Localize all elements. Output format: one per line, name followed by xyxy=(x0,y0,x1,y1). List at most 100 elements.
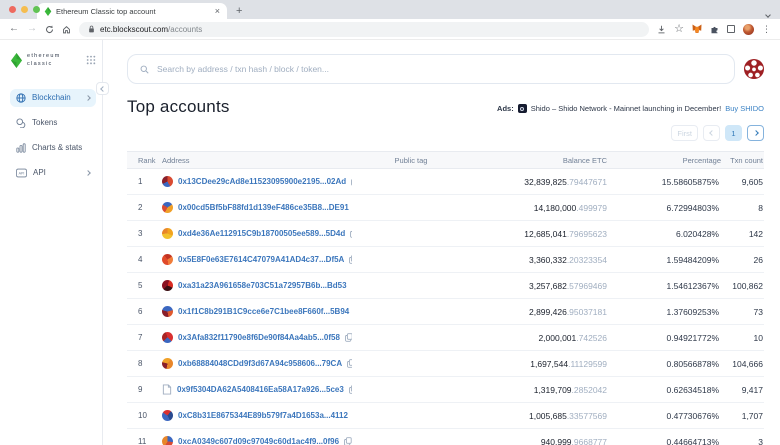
download-icon[interactable] xyxy=(657,25,666,34)
txn-count-value: 3 xyxy=(721,437,771,445)
toolbar-right-icons: ☆ ⋮ xyxy=(657,24,771,35)
metamask-extension-icon[interactable] xyxy=(692,24,702,34)
address-link[interactable]: 0xd4e36Ae112915C9b18700505ee589...5D4d xyxy=(178,229,345,238)
address-link[interactable]: 0x00cd5Bf5bF88fd1d139eF486ce35B8...DE91 xyxy=(178,203,349,212)
search-bar[interactable] xyxy=(127,54,735,84)
browser-tab-strip: Ethereum Classic top account × + xyxy=(0,0,780,19)
ad-link[interactable]: Buy SHIDO xyxy=(725,104,764,113)
address-link[interactable]: 0x1f1C8b291B1C9cce6e7C1bee8F660f...5B94 xyxy=(178,307,349,316)
table-row: 50xa31a23A961658e703C51a72957B6b...Bd533… xyxy=(127,273,764,299)
address-identicon xyxy=(162,176,173,187)
column-percentage: Percentage xyxy=(607,156,721,165)
address-link[interactable]: 0xb68884048CDd9f3d67A94c958606...79CA xyxy=(178,359,342,368)
pagination-prev-button[interactable] xyxy=(703,125,720,141)
globe-icon xyxy=(16,93,26,103)
table-row: 110xcA0349c607d09c97049c60d1ac4f9...0f96… xyxy=(127,429,764,445)
pagination-next-button[interactable] xyxy=(747,125,764,141)
extension-icon[interactable] xyxy=(710,25,719,34)
address-bar[interactable]: etc.blockscout.com/accounts xyxy=(79,22,649,37)
rank-value: 10 xyxy=(127,411,162,420)
address-link[interactable]: 0x13CDee29cAd8e11523095900e2195...02Ad xyxy=(178,177,346,186)
chevron-down-icon[interactable] xyxy=(766,4,770,22)
copy-icon[interactable] xyxy=(344,437,352,445)
address-cell: 0x1f1C8b291B1C9cce6e7C1bee8F660f...5B94 xyxy=(162,306,352,317)
address-identicon xyxy=(162,410,173,421)
address-link[interactable]: 0x9f5304DA62A5408416Ea58A17a926...5ce3 xyxy=(177,385,344,394)
balance-value: 1,319,709.2852042 xyxy=(470,385,607,395)
address-link[interactable]: 0xcA0349c607d09c97049c60d1ac4f9...0f96 xyxy=(178,437,339,445)
copy-icon[interactable] xyxy=(347,359,352,368)
address-link[interactable]: 0xa31a23A961658e703C51a72957B6b...Bd53 xyxy=(178,281,347,290)
column-txn-count: Txn count xyxy=(721,156,771,165)
sidebar-item-blockchain[interactable]: Blockchain xyxy=(10,89,96,107)
apps-grid-icon[interactable] xyxy=(86,55,96,65)
search-row xyxy=(127,54,764,84)
copy-icon[interactable] xyxy=(345,333,352,342)
tab-group-icon[interactable] xyxy=(727,25,735,33)
browser-tab[interactable]: Ethereum Classic top account × xyxy=(37,3,227,19)
sidebar-item-label: API xyxy=(33,168,46,177)
network-selector-icon[interactable] xyxy=(744,59,764,79)
maximize-window-button[interactable] xyxy=(33,6,40,13)
balance-value: 3,257,682.57969469 xyxy=(470,281,607,291)
reload-button[interactable] xyxy=(45,25,54,34)
lock-icon xyxy=(88,25,95,33)
sidebar-item-api[interactable]: API API xyxy=(10,164,96,182)
bookmark-star-icon[interactable]: ☆ xyxy=(674,24,684,35)
address-link[interactable]: 0xC8b31E8675344E89b579f7a4D1653a...4112 xyxy=(178,411,348,420)
blockscout-app: ethereum classic Blockchain xyxy=(0,40,780,445)
browser-menu-icon[interactable]: ⋮ xyxy=(762,24,771,35)
address-cell: 0x00cd5Bf5bF88fd1d139eF486ce35B8...DE91 xyxy=(162,202,352,213)
balance-value: 14,180,000.499979 xyxy=(470,203,607,213)
pagination-first-button[interactable]: First xyxy=(671,125,698,141)
table-row: 20x00cd5Bf5bF88fd1d139eF486ce35B8...DE91… xyxy=(127,195,764,221)
macos-window-controls[interactable] xyxy=(9,6,40,13)
search-input[interactable] xyxy=(157,64,722,74)
back-button[interactable]: ← xyxy=(9,24,19,34)
table-row: 70x3Afa832f11790e8f6De90f84Aa4ab5...0f58… xyxy=(127,325,764,351)
address-cell: 0xd4e36Ae112915C9b18700505ee589...5D4d xyxy=(162,228,352,239)
sidebar-item-tokens[interactable]: Tokens xyxy=(10,114,96,132)
browser-toolbar: ← → etc.blockscout.com/accounts ☆ xyxy=(0,19,780,40)
sidebar: ethereum classic Blockchain xyxy=(0,40,103,445)
txn-count-value: 26 xyxy=(721,255,771,265)
home-button[interactable] xyxy=(62,25,71,34)
copy-icon[interactable] xyxy=(349,255,352,264)
balance-value: 2,000,001.742526 xyxy=(470,333,607,343)
address-cell: 0x13CDee29cAd8e11523095900e2195...02Ad xyxy=(162,176,352,187)
address-link[interactable]: 0x3Afa832f11790e8f6De90f84Aa4ab5...0f58 xyxy=(178,333,340,342)
close-tab-icon[interactable]: × xyxy=(215,7,220,16)
sidebar-collapse-button[interactable] xyxy=(96,82,109,95)
txn-count-value: 73 xyxy=(721,307,771,317)
percentage-value: 6.72994803% xyxy=(607,203,721,213)
tab-title: Ethereum Classic top account xyxy=(56,7,211,16)
logo[interactable]: ethereum classic xyxy=(10,52,96,69)
table-row: 80xb68884048CDd9f3d67A94c958606...79CA1,… xyxy=(127,351,764,377)
url-text[interactable]: etc.blockscout.com/accounts xyxy=(100,25,202,34)
rank-value: 3 xyxy=(127,229,162,238)
browser-window: Ethereum Classic top account × + ← → etc… xyxy=(0,0,780,445)
copy-icon[interactable] xyxy=(351,177,352,186)
balance-value: 2,899,426.95037181 xyxy=(470,307,607,317)
percentage-value: 0.44664713% xyxy=(607,437,721,445)
address-cell: 0x9f5304DA62A5408416Ea58A17a926...5ce3 xyxy=(162,384,352,395)
contract-icon xyxy=(162,384,172,395)
url-host: etc.blockscout.com xyxy=(100,25,168,34)
minimize-window-button[interactable] xyxy=(21,6,28,13)
address-identicon xyxy=(162,280,173,291)
balance-value: 940,999.9668777 xyxy=(470,437,607,445)
close-window-button[interactable] xyxy=(9,6,16,13)
sidebar-item-charts-stats[interactable]: Charts & stats xyxy=(10,139,96,157)
table-row: 40x5E8F0e63E7614C47079A41AD4c37...Df5A3,… xyxy=(127,247,764,273)
percentage-value: 0.80566878% xyxy=(607,359,721,369)
etc-favicon xyxy=(44,7,52,16)
copy-icon[interactable] xyxy=(349,385,352,394)
copy-icon[interactable] xyxy=(350,229,352,238)
forward-button[interactable]: → xyxy=(27,24,37,34)
pagination-current-page[interactable]: 1 xyxy=(725,125,742,141)
table-body: 10x13CDee29cAd8e11523095900e2195...02Ad3… xyxy=(127,169,764,445)
address-link[interactable]: 0x5E8F0e63E7614C47079A41AD4c37...Df5A xyxy=(178,255,344,264)
new-tab-button[interactable]: + xyxy=(236,6,242,17)
profile-avatar[interactable] xyxy=(743,24,754,35)
ads-label: Ads: xyxy=(497,104,514,113)
